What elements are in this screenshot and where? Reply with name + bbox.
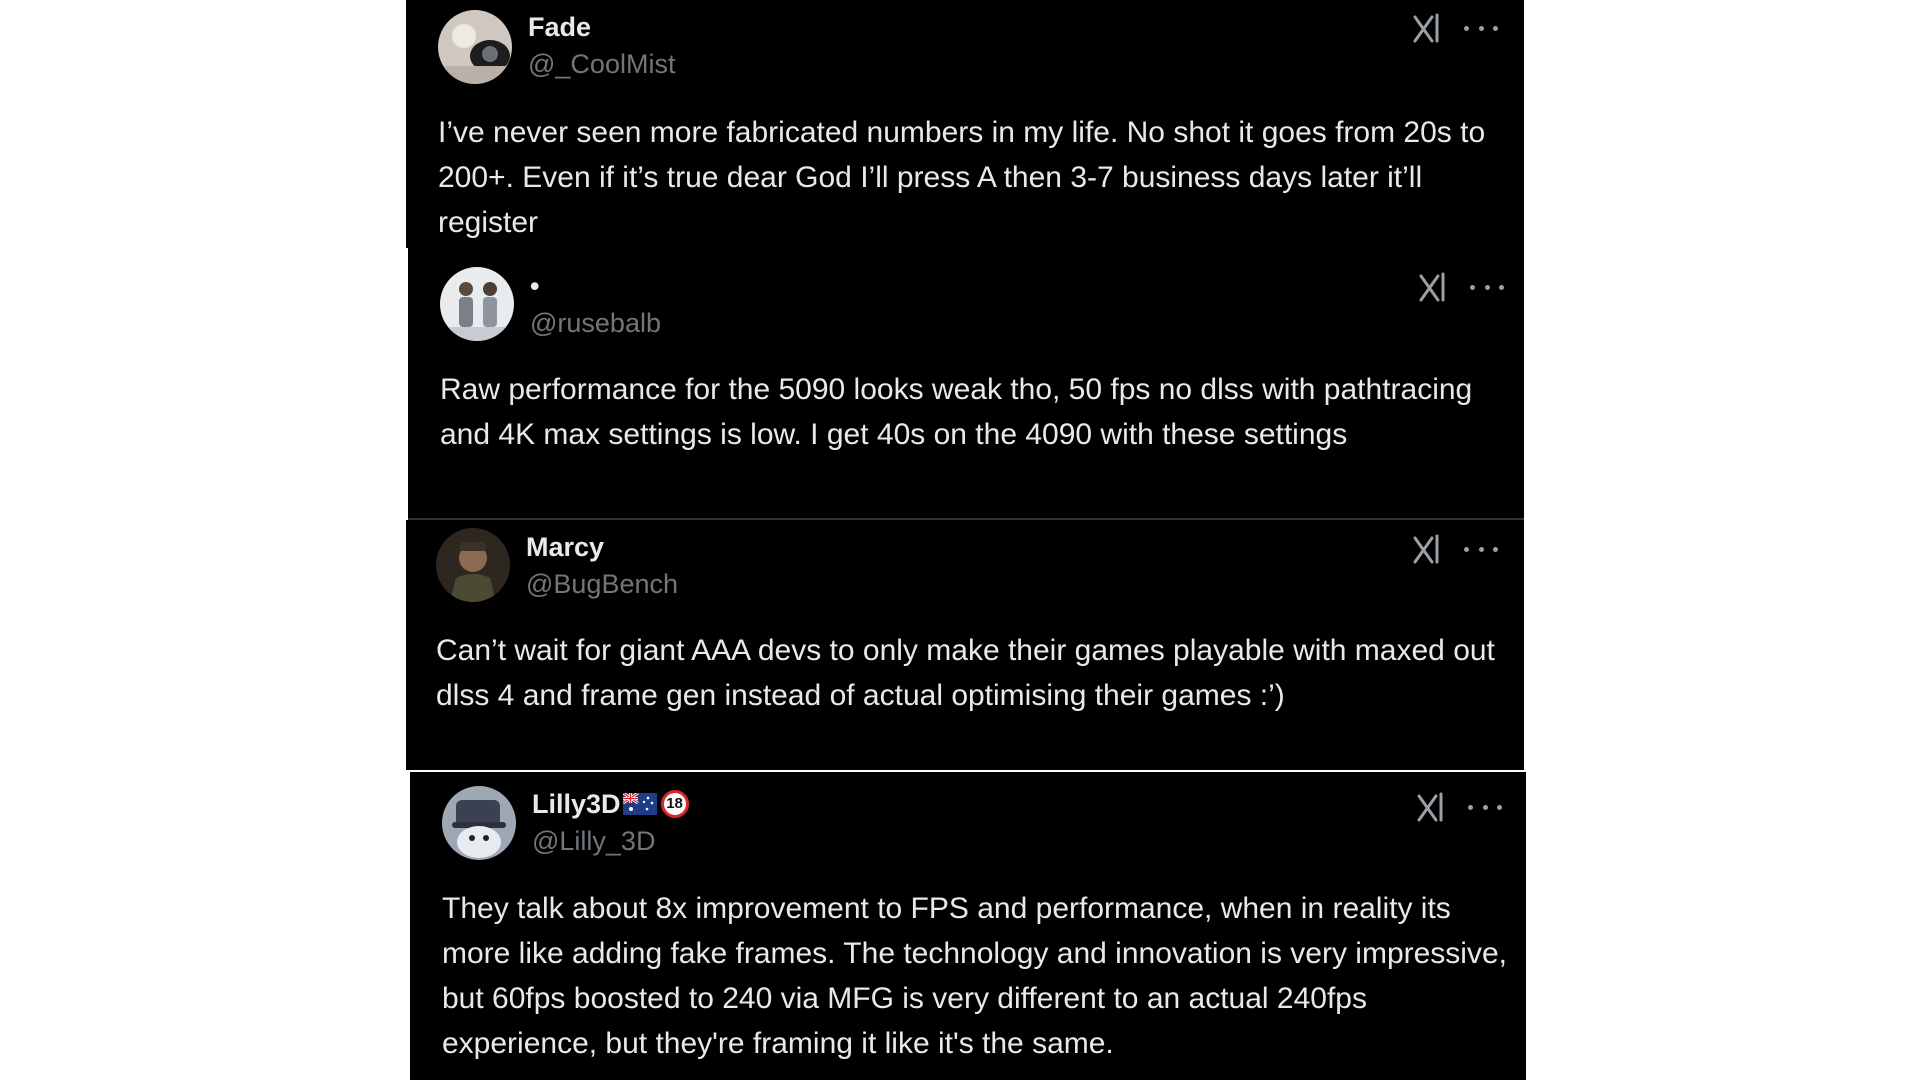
post-card[interactable]: Fade @_CoolMist I’ve never seen more fab… xyxy=(406,0,1524,248)
more-options-icon[interactable] xyxy=(1464,11,1498,45)
more-options-icon[interactable] xyxy=(1468,790,1502,824)
display-name[interactable]: Lilly3D 18 xyxy=(532,788,689,822)
grok-icon[interactable] xyxy=(1410,532,1444,566)
grok-icon[interactable] xyxy=(1414,790,1448,824)
display-name[interactable]: • xyxy=(530,270,539,302)
post-card[interactable]: • @rusebalb Raw performance for the 5090… xyxy=(408,248,1524,518)
user-handle[interactable]: @Lilly_3D xyxy=(532,825,655,857)
more-options-icon[interactable] xyxy=(1464,532,1498,566)
user-handle[interactable]: @BugBench xyxy=(526,568,678,600)
user-handle[interactable]: @rusebalb xyxy=(530,307,661,339)
avatar[interactable] xyxy=(442,786,516,860)
avatar[interactable] xyxy=(440,267,514,341)
post-card[interactable]: Lilly3D 18 @Lilly_3D They talk about 8x i… xyxy=(410,772,1526,1080)
post-text: Raw performance for the 5090 looks weak … xyxy=(440,373,1473,451)
display-name-text: Lilly3D xyxy=(532,789,621,819)
screenshot-canvas: Fade @_CoolMist I’ve never seen more fab… xyxy=(0,0,1920,1080)
grok-icon[interactable] xyxy=(1410,11,1444,45)
australia-flag-icon xyxy=(621,790,657,822)
grok-icon[interactable] xyxy=(1416,270,1450,304)
post-card[interactable]: Marcy @BugBench Can’t wait for giant AAA… xyxy=(406,520,1524,770)
avatar[interactable] xyxy=(436,528,510,602)
age-18-badge-icon: 18 xyxy=(660,789,689,818)
more-options-icon[interactable] xyxy=(1470,270,1504,304)
display-name[interactable]: Fade xyxy=(528,11,591,43)
post-text: Can’t wait for giant AAA devs to only ma… xyxy=(436,634,1495,712)
post-text: They talk about 8x improvement to FPS an… xyxy=(442,892,1507,1060)
avatar[interactable] xyxy=(438,10,512,84)
post-text: I’ve never seen more fabricated numbers … xyxy=(438,116,1486,239)
display-name[interactable]: Marcy xyxy=(526,531,604,563)
user-handle[interactable]: @_CoolMist xyxy=(528,48,675,80)
